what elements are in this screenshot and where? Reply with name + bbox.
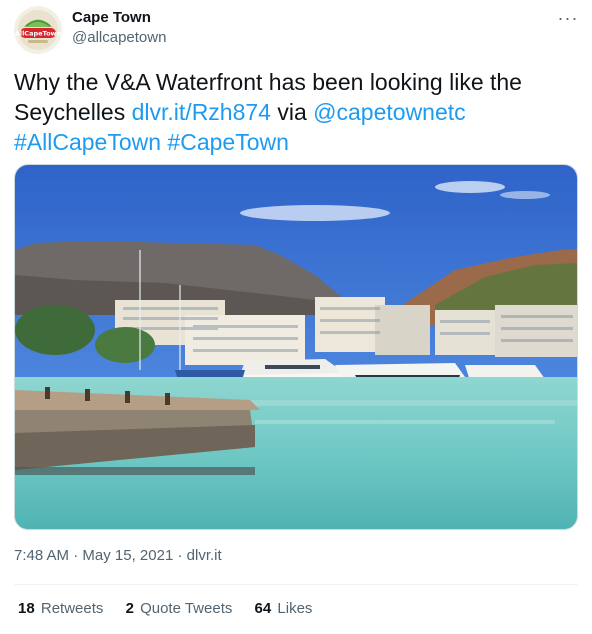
- tweet-date[interactable]: May 15, 2021: [82, 547, 173, 564]
- quote-tweets-stat[interactable]: 2 Quote Tweets: [126, 600, 233, 617]
- tweet-text: Why the V&A Waterfront has been looking …: [14, 67, 574, 157]
- tweet-source[interactable]: dlvr.it: [187, 547, 222, 564]
- likes-stat[interactable]: 64 Likes: [255, 600, 313, 617]
- mention-link[interactable]: @capetownetc: [313, 99, 466, 125]
- tweet-time[interactable]: 7:48 AM: [14, 547, 69, 564]
- avatar-logo-text: AllCapeTown: [15, 30, 62, 38]
- avatar[interactable]: AllCapeTown: [14, 6, 62, 54]
- tweet-meta: 7:48 AM · May 15, 2021 · dlvr.it: [14, 547, 222, 564]
- display-name[interactable]: Cape Town: [72, 8, 166, 28]
- likes-label: Likes: [277, 600, 313, 617]
- more-options-button[interactable]: ···: [554, 8, 582, 28]
- author-block: Cape Town @allcapetown: [72, 8, 166, 48]
- tweet-photo[interactable]: [14, 164, 578, 530]
- meta-separator: ·: [69, 547, 83, 564]
- hashtag-allcapetown[interactable]: #AllCapeTown: [14, 129, 161, 155]
- hashtag-capetown[interactable]: #CapeTown: [167, 129, 288, 155]
- retweets-count: 18: [18, 600, 35, 617]
- tweet-link[interactable]: dlvr.it/Rzh874: [132, 99, 271, 125]
- tweet-stats: 18 Retweets 2 Quote Tweets 64 Likes: [18, 600, 330, 617]
- meta-separator: ·: [173, 547, 187, 564]
- user-handle[interactable]: @allcapetown: [72, 28, 166, 48]
- likes-count: 64: [254, 600, 272, 617]
- quote-tweets-count: 2: [125, 600, 134, 617]
- divider: [14, 584, 578, 585]
- waterfront-photo: [15, 165, 577, 529]
- retweets-label: Retweets: [40, 600, 104, 617]
- more-horizontal-icon: ···: [557, 8, 579, 28]
- quote-tweets-label: Quote Tweets: [140, 600, 233, 617]
- tweet-text-via: via: [270, 99, 314, 125]
- allcapetown-logo-icon: AllCapeTown: [14, 6, 62, 54]
- retweets-stat[interactable]: 18 Retweets: [18, 600, 103, 617]
